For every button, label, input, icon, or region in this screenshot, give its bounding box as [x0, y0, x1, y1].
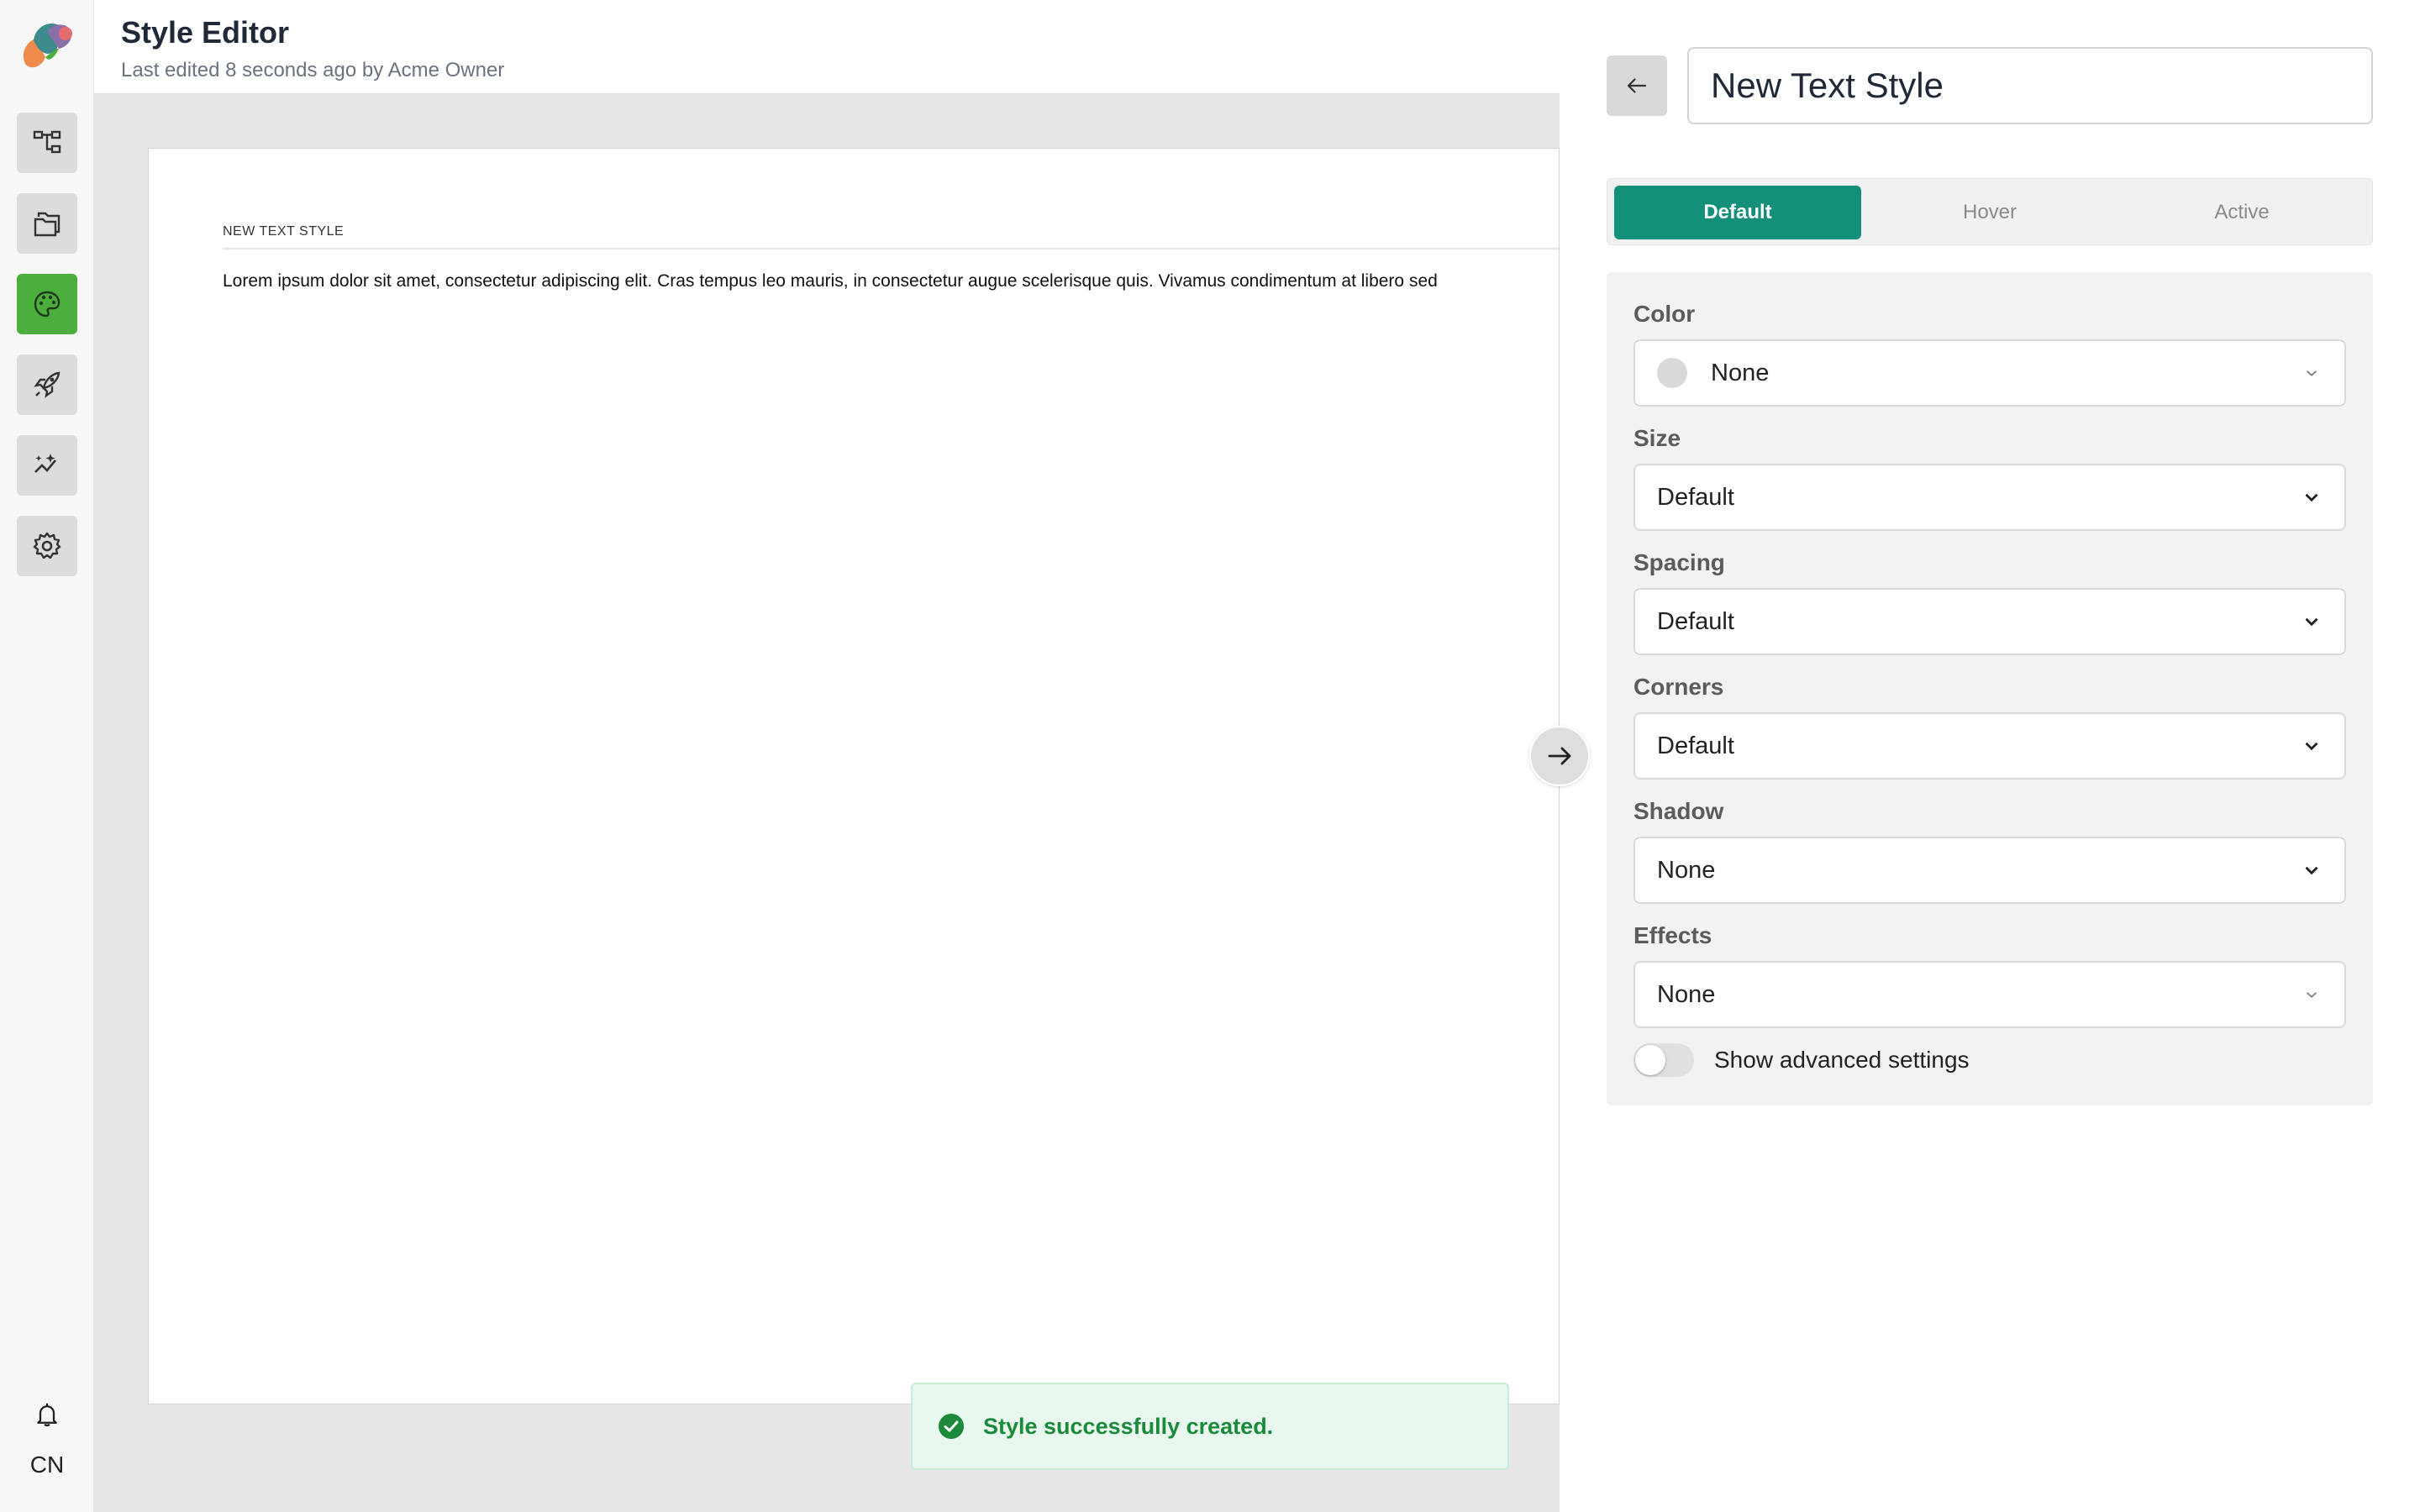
- color-select[interactable]: None: [1634, 339, 2346, 407]
- shadow-label: Shadow: [1634, 798, 1724, 824]
- analytics-icon: [34, 454, 56, 473]
- color-value: None: [1711, 359, 1770, 386]
- gear-icon: [33, 532, 61, 559]
- sidebar-item-styles[interactable]: [17, 274, 77, 334]
- chevron-down-icon: [2305, 742, 2318, 751]
- advanced-settings-label: Show advanced settings: [1714, 1047, 1970, 1073]
- arrow-left-icon: [1627, 78, 1647, 93]
- chevron-down-icon: [2307, 992, 2317, 998]
- sidebar-item-folders[interactable]: [17, 193, 77, 254]
- page-title: Style Editor: [121, 15, 290, 50]
- check-circle-icon: [939, 1414, 964, 1439]
- style-settings-panel: Default Hover Active Color None Size Def…: [1560, 0, 2420, 1512]
- toggle-knob: [1635, 1045, 1665, 1075]
- tab-hover[interactable]: Hover: [1866, 186, 2113, 239]
- toggle-panel-button[interactable]: [1529, 726, 1590, 786]
- shadow-value: None: [1657, 856, 1716, 884]
- color-swatch: [1657, 358, 1687, 388]
- back-button[interactable]: [1607, 55, 1667, 116]
- chevron-down-icon: [2305, 866, 2318, 875]
- chevron-down-icon: [2305, 617, 2318, 627]
- color-label: Color: [1634, 301, 1696, 327]
- spacing-value: Default: [1657, 607, 1734, 635]
- spacing-label: Spacing: [1634, 549, 1725, 575]
- user-avatar[interactable]: CN: [0, 1452, 94, 1478]
- preview-page: NEW TEXT STYLE Lorem ipsum dolor sit ame…: [148, 148, 1560, 1404]
- chevron-down-icon: [2305, 493, 2318, 502]
- page-header: Style Editor Last edited 8 seconds ago b…: [94, 0, 1560, 94]
- advanced-settings-row: Show advanced settings: [1634, 1043, 1970, 1077]
- tab-active[interactable]: Active: [2118, 186, 2365, 239]
- arrow-right-icon: [1548, 747, 1571, 765]
- app-logo[interactable]: [17, 15, 77, 76]
- advanced-settings-toggle[interactable]: [1634, 1043, 1694, 1077]
- sidebar-item-sitemap[interactable]: [17, 113, 77, 173]
- style-name-input[interactable]: [1687, 47, 2373, 124]
- size-select[interactable]: Default: [1634, 464, 2346, 531]
- rocket-icon: [34, 371, 60, 398]
- effects-select[interactable]: None: [1634, 961, 2346, 1028]
- spacing-select[interactable]: Default: [1634, 588, 2346, 655]
- success-toast: Style successfully created.: [911, 1383, 1509, 1470]
- state-tabs: Default Hover Active: [1607, 178, 2373, 245]
- sidebar: CN: [0, 0, 94, 1512]
- corners-label: Corners: [1634, 674, 1724, 700]
- corners-value: Default: [1657, 732, 1734, 759]
- effects-label: Effects: [1634, 922, 1712, 948]
- palette-icon: [34, 291, 60, 318]
- size-label: Size: [1634, 425, 1681, 451]
- last-edited-text: Last edited 8 seconds ago by Acme Owner: [121, 59, 505, 81]
- sidebar-item-publish[interactable]: [17, 354, 77, 415]
- style-preview-label: NEW TEXT STYLE: [223, 224, 1559, 249]
- folders-icon: [34, 212, 60, 237]
- effects-value: None: [1657, 980, 1716, 1008]
- chevron-down-icon: [2307, 370, 2317, 376]
- corners-select[interactable]: Default: [1634, 712, 2346, 780]
- tab-default[interactable]: Default: [1614, 186, 1861, 239]
- size-value: Default: [1657, 483, 1734, 511]
- sidebar-item-settings[interactable]: [17, 516, 77, 576]
- preview-canvas: NEW TEXT STYLE Lorem ipsum dolor sit ame…: [94, 94, 1560, 1512]
- sidebar-item-analytics[interactable]: [17, 435, 77, 496]
- style-settings-form: Color None Size Default Spacing Default …: [1607, 272, 2373, 1105]
- shadow-select[interactable]: None: [1634, 837, 2346, 904]
- style-preview-text: Lorem ipsum dolor sit amet, consectetur …: [223, 271, 1438, 291]
- bell-icon[interactable]: [30, 1398, 64, 1431]
- sitemap-icon: [33, 130, 61, 154]
- toast-message: Style successfully created.: [983, 1413, 1274, 1439]
